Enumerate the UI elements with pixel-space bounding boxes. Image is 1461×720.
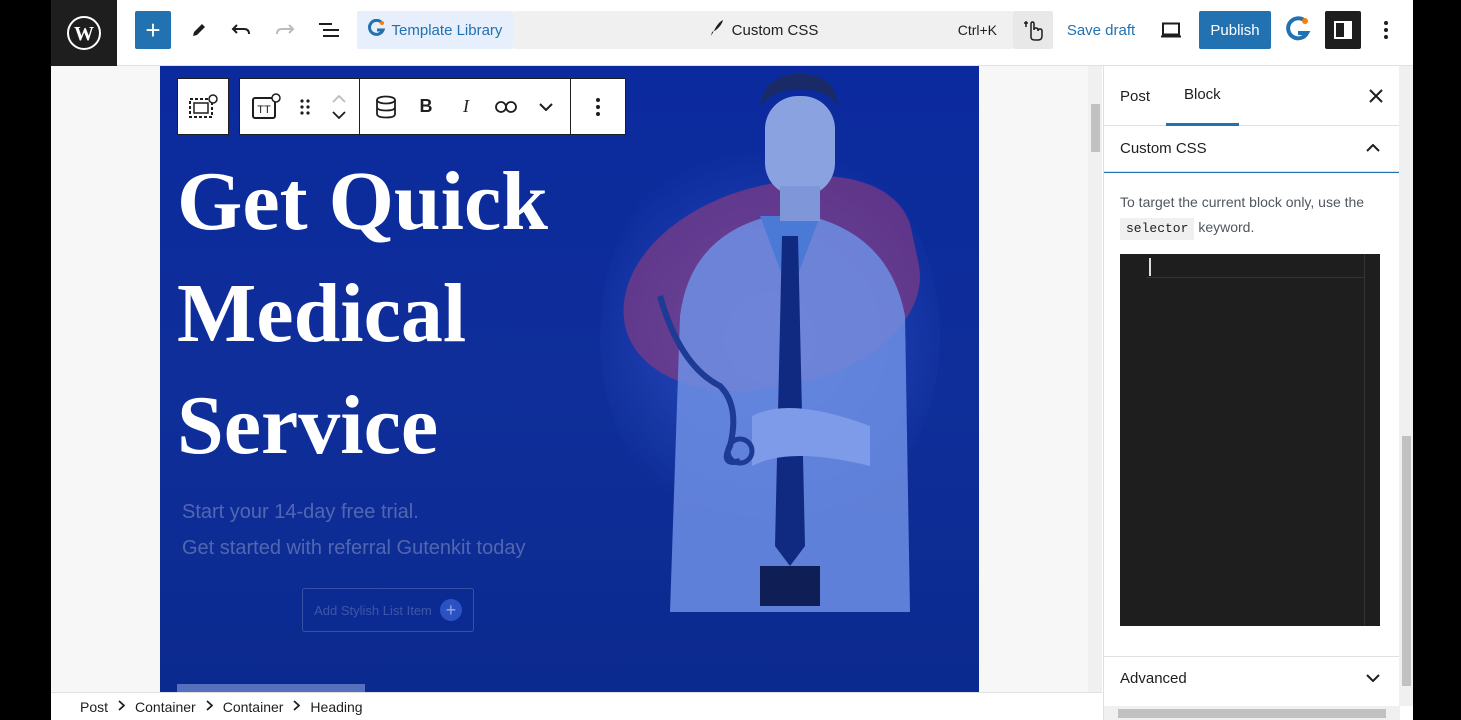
tab-post[interactable]: Post [1120,66,1150,126]
hero-container-block[interactable]: Get Quick Medical Service Start your 14-… [160,66,979,692]
add-block-button[interactable]: + [135,11,171,49]
breadcrumb-item[interactable]: Post [80,699,108,715]
editor-ruler [1364,254,1365,626]
hero-subtitle-line: Get started with referral Gutenkit today [182,537,526,559]
dynamic-data-database-icon[interactable] [366,79,406,134]
custom-css-code-editor[interactable] [1120,254,1380,626]
chevron-right-icon [206,699,214,714]
heading-block-type-icon[interactable]: TT [240,79,292,134]
undo-icon[interactable] [225,11,257,49]
move-up-icon[interactable] [332,94,346,103]
block-options-kebab-icon[interactable] [578,79,618,134]
sidebar-vertical-scrollbar[interactable] [1399,66,1413,706]
chevron-right-icon [118,699,126,714]
command-label: Custom CSS [731,21,819,39]
link-icon[interactable] [486,79,526,134]
tab-block[interactable]: Block [1166,66,1239,126]
italic-icon[interactable]: I [446,79,486,134]
select-parent-block-button[interactable] [177,78,229,135]
wordpress-logo-icon[interactable]: W [51,0,117,66]
svg-text:TT: TT [257,104,271,116]
plus-circle-icon: + [439,599,462,621]
drag-handle-icon[interactable] [292,79,320,134]
hero-subtitle[interactable]: Start your 14-day free trial. Get starte… [182,494,526,566]
canvas-scrollbar-thumb[interactable] [1091,104,1100,152]
add-stylish-list-item-button[interactable]: Add Stylish List Item + [302,588,474,632]
svg-text:W: W [74,23,94,45]
hero-heading-line: Medical [177,267,467,360]
custom-css-panel-header[interactable]: Custom CSS [1104,126,1400,172]
command-palette-bar[interactable]: Custom CSS Ctrl+K [513,11,1013,49]
sidebar-vscroll-thumb[interactable] [1402,436,1411,686]
selector-keyword: selector [1120,218,1195,240]
breadcrumb-item[interactable]: Container [223,699,284,715]
block-toolbar: TT B I [239,78,626,135]
container-block-icon [189,93,218,118]
sidebar-horizontal-scrollbar[interactable] [1104,706,1400,720]
move-down-icon[interactable] [332,110,346,119]
help-text-after: keyword. [1198,219,1255,235]
move-up-down-control[interactable] [319,79,359,134]
gutenkit-logo-icon [367,18,386,41]
editor-window: W + Template Library Custom CSS Ctrl+K S… [51,0,1413,720]
save-draft-button[interactable]: Save draft [1063,11,1139,49]
chevron-down-icon [1366,669,1380,685]
pointer-tool-icon[interactable] [1013,11,1053,49]
breadcrumb-item[interactable]: Container [135,699,196,715]
bold-icon[interactable]: B [406,79,446,134]
editor-canvas: Get Quick Medical Service Start your 14-… [51,66,1102,692]
advanced-panel-header[interactable]: Advanced [1104,656,1400,700]
hero-heading-line: Get Quick [177,155,548,248]
sidebar-tabs: Post Block [1104,66,1400,126]
more-rich-text-chevron-icon[interactable] [526,79,566,134]
redo-icon[interactable] [269,11,301,49]
publish-button[interactable]: Publish [1199,11,1271,49]
hero-heading-line: Service [177,379,439,472]
hero-subtitle-line: Start your 14-day free trial. [182,501,419,523]
close-sidebar-icon[interactable] [1364,84,1388,108]
preview-laptop-icon[interactable] [1155,11,1187,49]
breadcrumb-item-current: Heading [310,698,363,715]
advanced-title: Advanced [1120,670,1187,687]
chevron-up-icon [1366,139,1380,155]
tools-pencil-icon[interactable] [183,11,215,49]
feather-icon [708,19,724,41]
add-list-item-label: Add Stylish List Item [314,602,432,618]
editor-caret [1149,258,1151,276]
template-library-label: Template Library [391,21,503,39]
template-library-button[interactable]: Template Library [357,11,513,49]
hero-heading[interactable]: Get Quick Medical Service [177,146,597,482]
editor-active-line [1146,254,1364,278]
editor-top-bar: W + Template Library Custom CSS Ctrl+K S… [51,0,1413,66]
chevron-right-icon [293,699,301,714]
editor-gutter [1120,254,1146,626]
panel-focus-line [1104,172,1400,173]
help-text-before: To target the current block only, use th… [1120,194,1365,210]
settings-sidebar-toggle-icon[interactable] [1325,11,1361,49]
sidebar-hscroll-thumb[interactable] [1118,709,1386,718]
block-breadcrumb: Post Container Container Heading [51,692,1102,720]
doctor-image[interactable] [640,66,940,612]
custom-css-title: Custom CSS [1120,140,1207,157]
hero-bottom-element [177,684,365,692]
document-overview-icon[interactable] [313,11,345,49]
canvas-scrollbar[interactable] [1088,66,1102,692]
options-kebab-icon[interactable] [1371,11,1401,49]
custom-css-help-text: To target the current block only, use th… [1120,190,1380,240]
gutenkit-icon[interactable] [1281,11,1315,49]
command-shortcut: Ctrl+K [957,22,997,38]
settings-sidebar: Post Block Custom CSS To target the curr… [1103,66,1400,720]
